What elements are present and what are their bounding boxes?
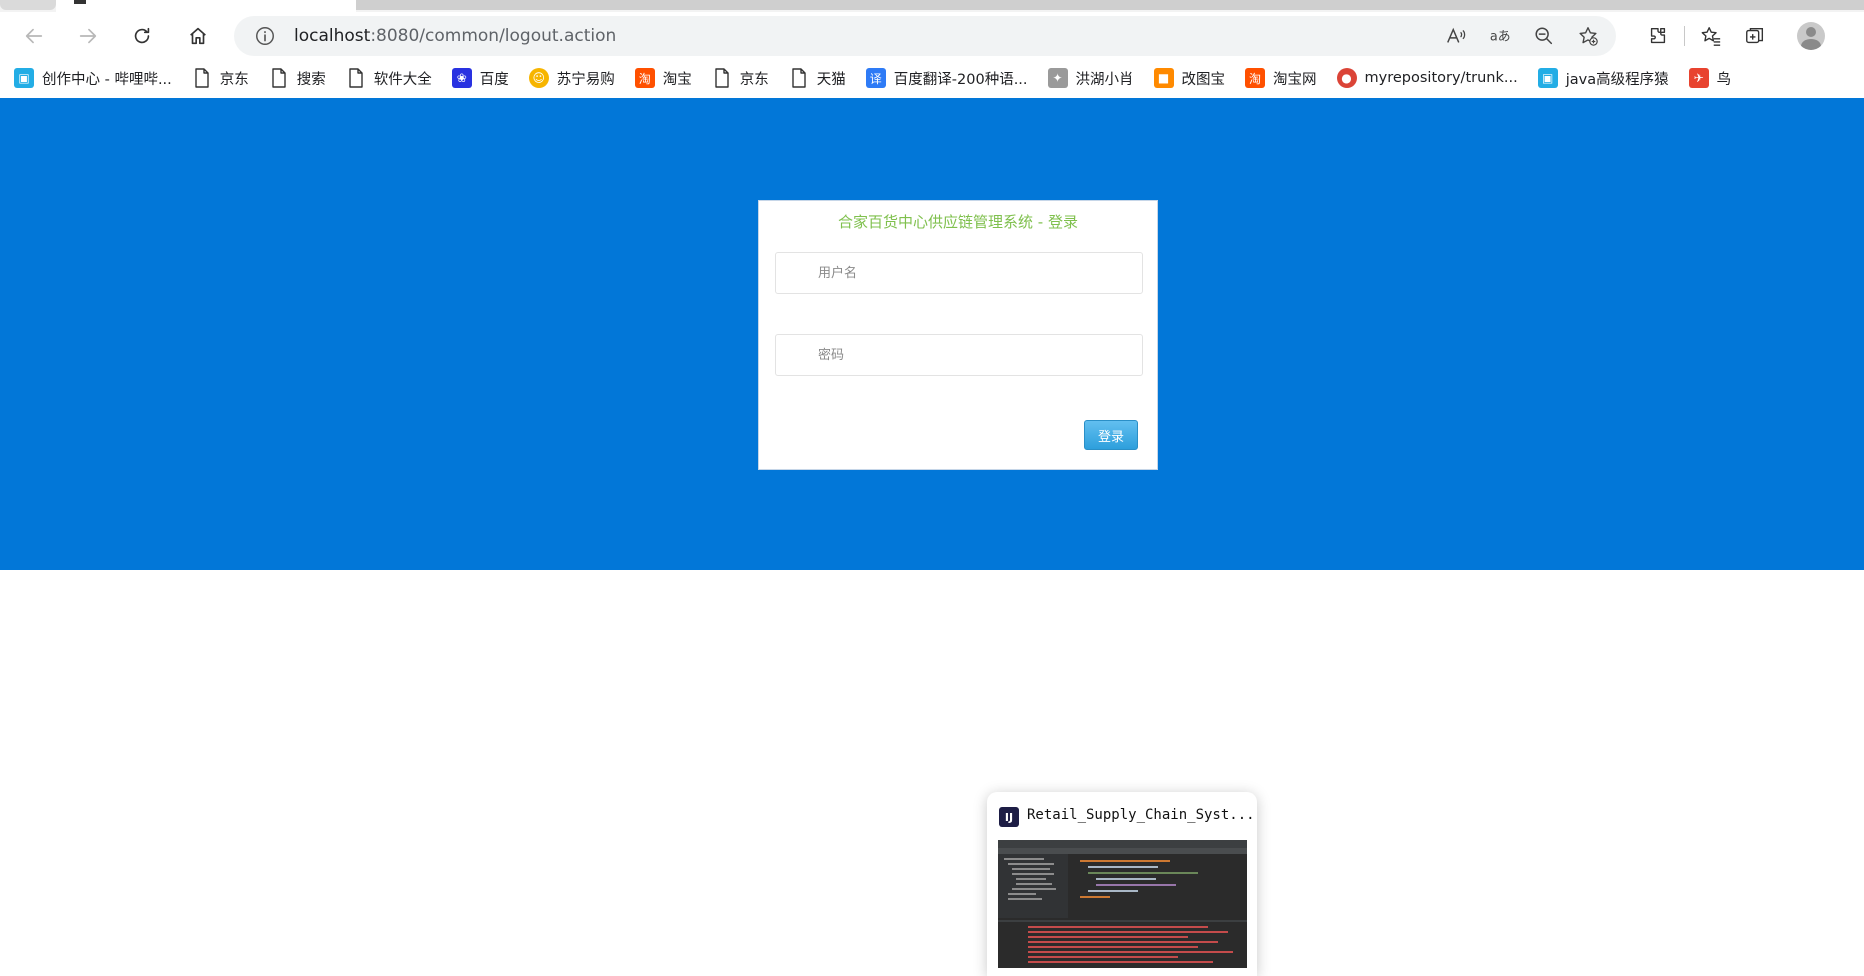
bookmark-item[interactable]: 天猫 [789, 64, 846, 92]
taobao-icon: 淘 [1245, 68, 1266, 88]
url-host: localhost [294, 26, 371, 46]
home-button[interactable] [180, 20, 216, 52]
forward-button[interactable] [70, 20, 106, 52]
bookmark-item[interactable]: ☺ 苏宁易购 [528, 64, 615, 92]
thumb-editor [1070, 854, 1245, 918]
password-field[interactable] [775, 334, 1143, 376]
login-title: 合家百货中心供应链管理系统 - 登录 [838, 213, 1078, 231]
bookmark-item[interactable]: ✦ 洪湖小肖 [1047, 64, 1134, 92]
taobao-icon: 淘 [634, 68, 655, 88]
bookmark-item[interactable]: 淘淘宝网 [1245, 64, 1317, 92]
page-icon [269, 68, 289, 88]
bookmark-label: 软件大全 [373, 71, 432, 88]
bookmark-item[interactable]: 京东 [712, 64, 769, 92]
svg-text:aあ: aあ [1490, 30, 1511, 45]
bookmark-item[interactable]: 京东 [192, 64, 249, 92]
extensions-icon[interactable] [1636, 20, 1680, 52]
bookmark-item[interactable]: ● myrepository/trunk... [1336, 64, 1518, 92]
bookmark-item[interactable]: ▣ java高级程序猿 [1537, 64, 1669, 92]
page-icon [346, 68, 366, 88]
bookmark-label: 淘宝网 [1273, 71, 1317, 88]
bookmark-label: 苏宁易购 [556, 71, 615, 88]
thumb-console [998, 920, 1247, 968]
bookmark-label: 创作中心 - 哔哩哔... [42, 71, 172, 88]
profile-avatar-icon[interactable] [1797, 22, 1825, 50]
bookmark-label: 京东 [739, 71, 769, 88]
collections-icon[interactable] [1733, 20, 1777, 52]
tab-inactive-right[interactable] [356, 0, 1864, 10]
arrow-left-icon [25, 28, 43, 44]
login-button[interactable]: 登录 [1084, 420, 1138, 450]
info-icon[interactable] [254, 25, 276, 47]
url-path: :8080/common/logout.action [370, 26, 617, 46]
bookmark-item[interactable]: ✈ 鸟 [1688, 64, 1732, 92]
bookmark-label: 鸟 [1716, 71, 1732, 88]
bird-icon: ✦ [1047, 68, 1068, 88]
tab-inactive-left[interactable] [0, 0, 56, 10]
favorites-icon[interactable] [1689, 20, 1733, 52]
thumb-menubar [998, 840, 1247, 848]
bookmark-label: 搜索 [296, 71, 326, 88]
page-icon [712, 68, 732, 88]
suning-icon: ☺ [528, 68, 549, 88]
arrow-right-icon [79, 28, 97, 44]
bookmark-item[interactable]: ■ 改图宝 [1153, 64, 1226, 92]
read-aloud-icon[interactable] [1444, 24, 1468, 48]
reload-icon [134, 27, 150, 44]
bookmark-label: 百度翻译-200种语... [893, 71, 1028, 88]
bookmark-label: 百度 [479, 71, 509, 88]
preview-window-title: Retail_Supply_Chain_Syst... [1027, 807, 1255, 823]
back-button[interactable] [16, 20, 52, 52]
bookmark-item[interactable]: 译百度翻译-200种语... [865, 64, 1028, 92]
tab-strip [0, 0, 1864, 12]
bookmark-label: 洪湖小肖 [1075, 71, 1134, 88]
bookmarks-bar: ▣ 创作中心 - 哔哩哔... 京东 搜索 软件大全 ❀ 百度 ☺ 苏宁易购淘淘宝 京东 天猫译百度… [0, 58, 1864, 98]
bookmark-item[interactable]: 淘淘宝 [634, 64, 692, 92]
bookmark-label: 京东 [219, 71, 249, 88]
bilibili-icon: ▣ [14, 68, 34, 88]
page-icon [789, 68, 809, 88]
bookmark-label: myrepository/trunk... [1364, 70, 1518, 86]
address-url[interactable]: localhost:8080/common/logout.action [294, 25, 616, 47]
bookmark-item[interactable]: ▣ 创作中心 - 哔哩哔... [14, 64, 172, 92]
bookmark-item[interactable]: 搜索 [269, 64, 326, 92]
zoom-out-icon[interactable] [1532, 24, 1556, 48]
page-icon [192, 68, 212, 88]
preview-thumbnail[interactable] [998, 840, 1247, 968]
gaitubao-icon: ■ [1153, 68, 1174, 88]
bookmark-label: 淘宝 [662, 71, 692, 88]
baidu-translate-icon: 译 [865, 68, 886, 88]
tab-favicon-icon [74, 0, 86, 4]
bilibili-icon: ▣ [1537, 68, 1558, 88]
address-bar[interactable]: localhost:8080/common/logout.action aあ [234, 16, 1616, 56]
browser-toolbar: localhost:8080/common/logout.action aあ [0, 12, 1864, 58]
home-icon [190, 27, 206, 45]
add-favorite-icon[interactable] [1576, 24, 1600, 48]
thumb-project-tree [998, 854, 1068, 918]
username-field[interactable] [775, 252, 1143, 294]
baidu-icon: ❀ [451, 68, 472, 88]
bookmark-item[interactable]: 软件大全 [346, 64, 432, 92]
tab-active[interactable] [56, 0, 356, 12]
bird-red-icon: ✈ [1688, 68, 1709, 88]
bookmark-label: 改图宝 [1181, 71, 1226, 88]
password-input[interactable] [776, 335, 1142, 375]
toolbar-divider [1684, 26, 1685, 46]
login-panel: 合家百货中心供应链管理系统 - 登录 登录 [758, 200, 1158, 470]
reload-button[interactable] [124, 20, 160, 52]
intellij-icon: IJ [999, 807, 1019, 827]
bookmark-item[interactable]: ❀ 百度 [451, 64, 509, 92]
taskbar-window-preview[interactable]: IJ Retail_Supply_Chain_Syst... [987, 792, 1257, 976]
bookmark-label: 天猫 [816, 71, 846, 88]
username-input[interactable] [776, 253, 1142, 293]
bookmark-label: java高级程序猿 [1565, 71, 1669, 88]
chrome-icon: ● [1336, 68, 1357, 88]
translate-icon[interactable]: aあ [1488, 24, 1512, 48]
